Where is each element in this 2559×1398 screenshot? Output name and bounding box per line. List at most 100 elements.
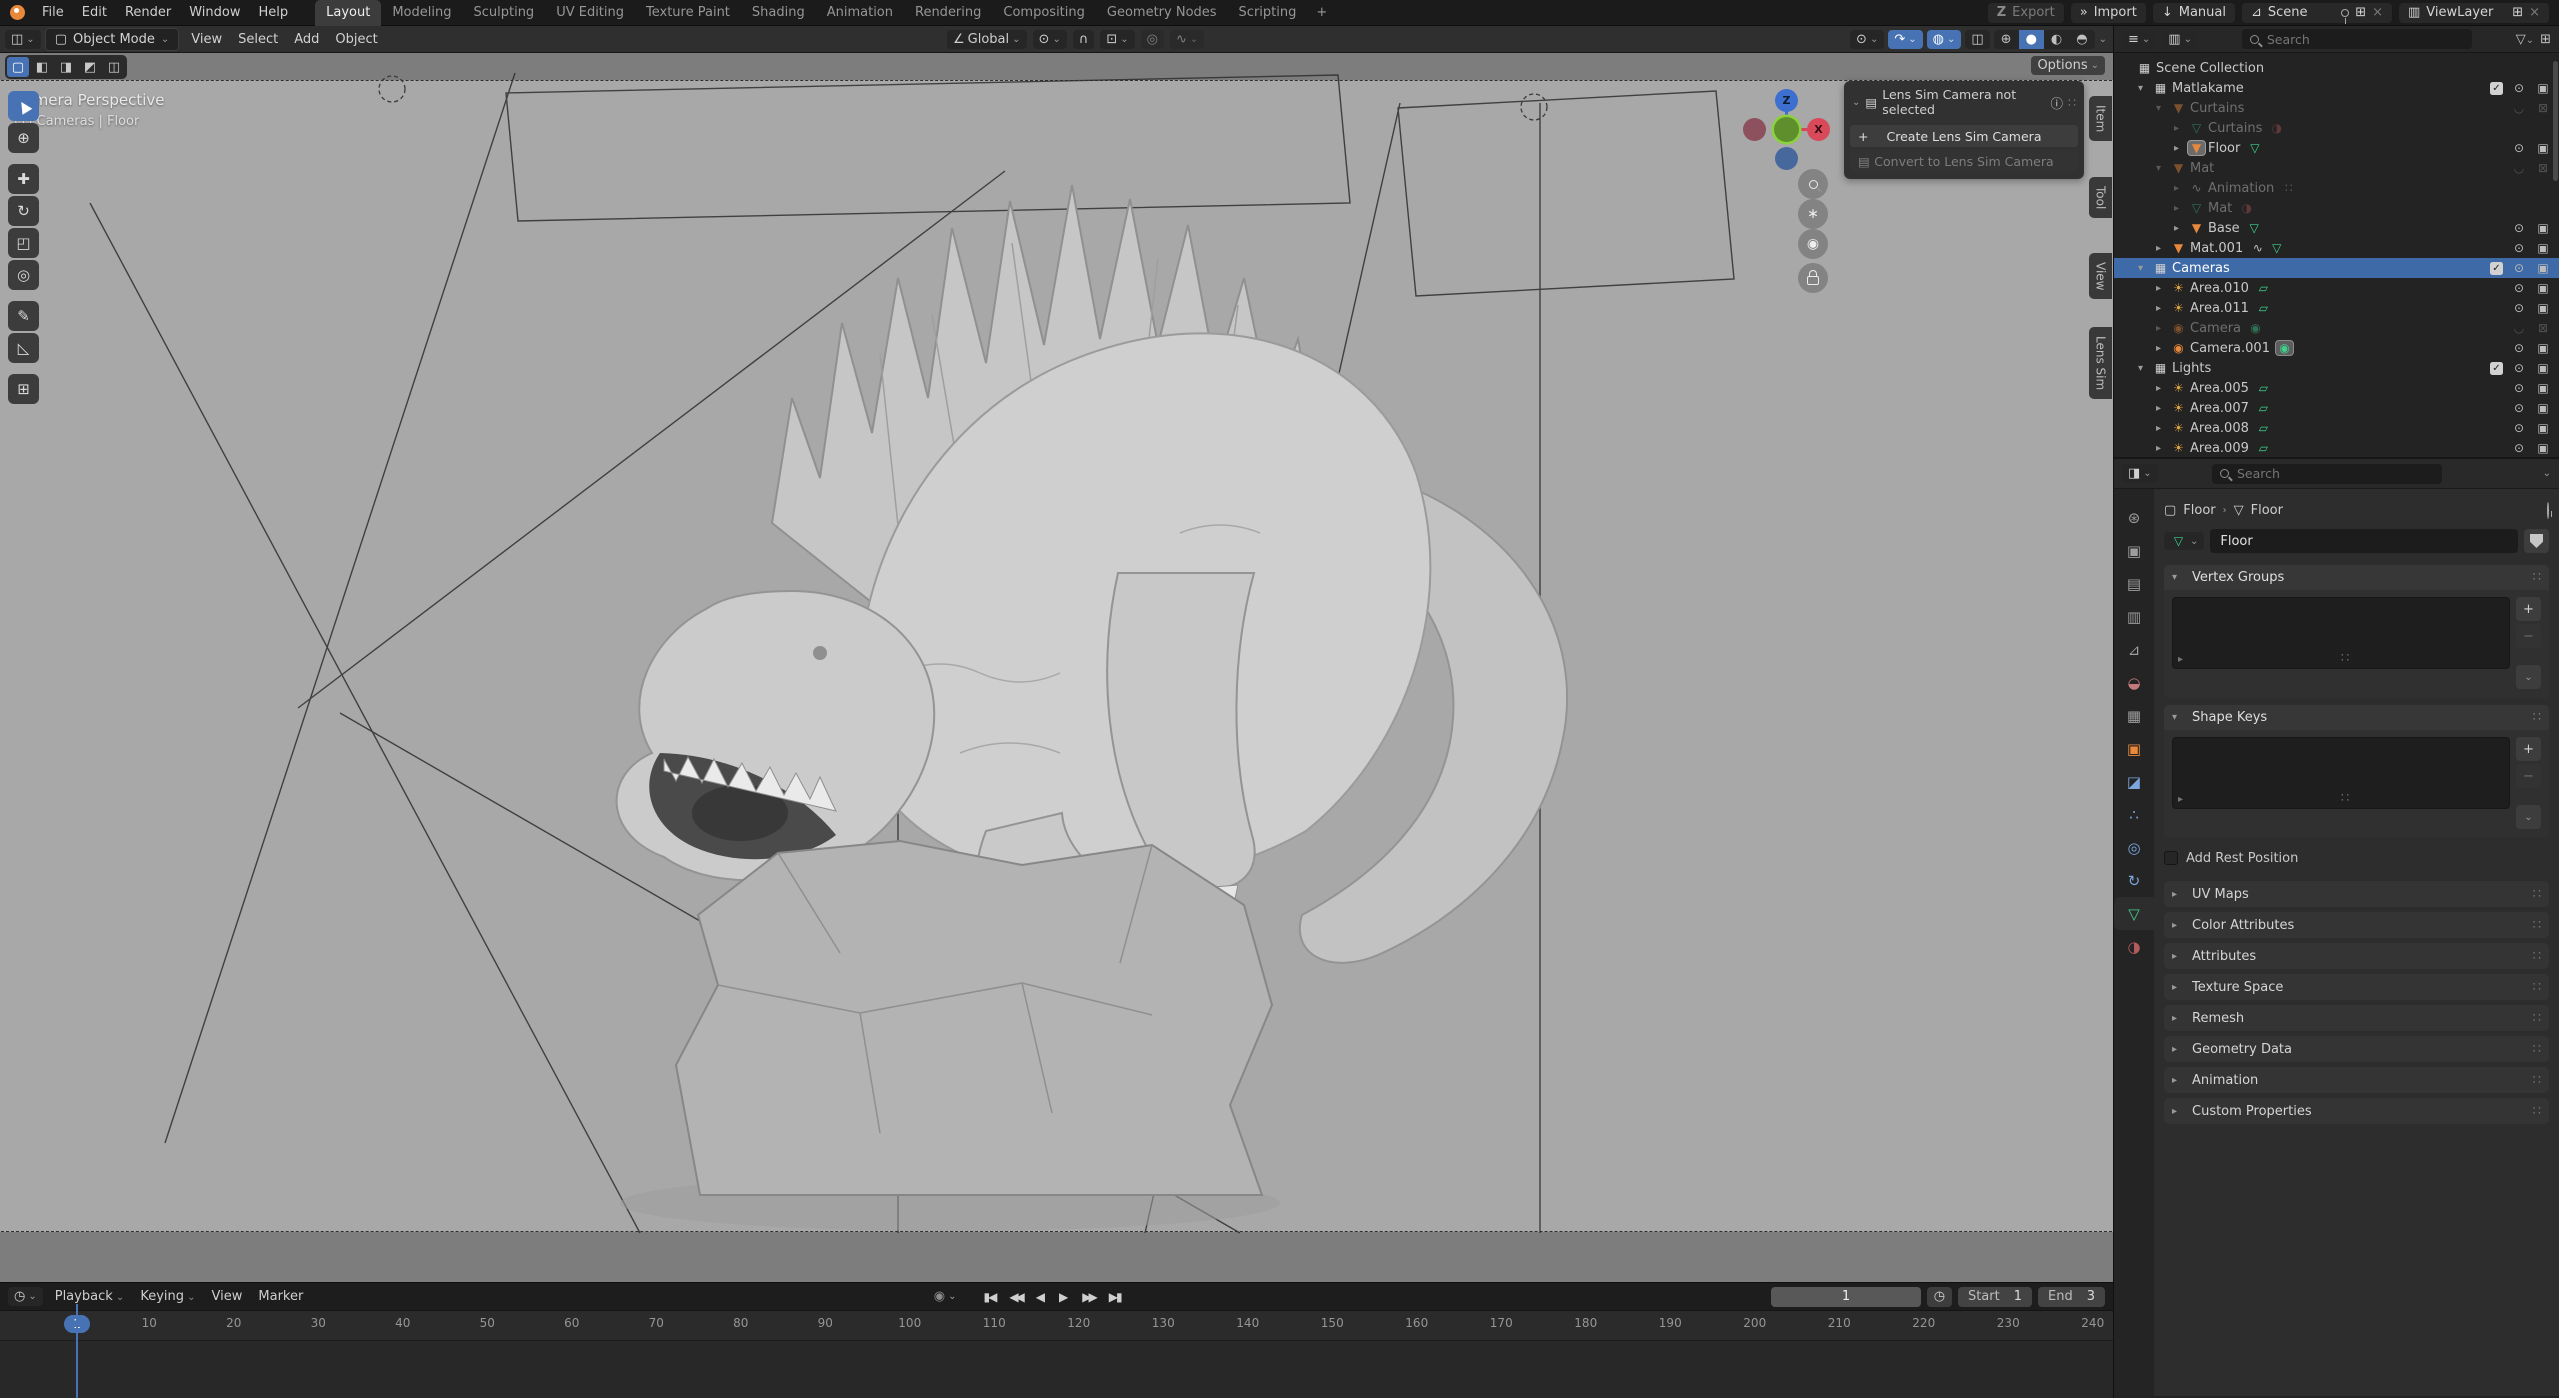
pin-id-icon[interactable] xyxy=(2547,502,2549,519)
outliner-item-label[interactable]: Area.010 xyxy=(2190,281,2249,296)
select-mode-button[interactable] xyxy=(55,57,77,77)
outliner-item-label[interactable]: Lights xyxy=(2172,361,2211,376)
sidebar-tab[interactable]: Tool xyxy=(2089,177,2112,218)
outliner-row[interactable]: Mat xyxy=(2114,198,2559,218)
properties-tab[interactable] xyxy=(2114,864,2154,897)
hide-eye-icon[interactable] xyxy=(2511,141,2527,155)
topbar-menu[interactable]: Edit xyxy=(73,2,116,23)
tool-button[interactable] xyxy=(8,374,39,404)
select-mode-button[interactable] xyxy=(7,57,29,77)
properties-tab[interactable] xyxy=(2114,633,2154,666)
outliner-item-label[interactable]: Area.009 xyxy=(2190,441,2249,456)
hide-eye-icon[interactable] xyxy=(2511,241,2527,255)
outliner-item-label[interactable]: Floor xyxy=(2208,141,2240,156)
blender-logo-icon[interactable] xyxy=(10,5,25,20)
collapsed-panel[interactable]: UV Maps∷ xyxy=(2164,881,2549,907)
timeline-editor-type-button[interactable]: ◷⌄ xyxy=(8,1287,43,1306)
transport-button[interactable] xyxy=(1076,1289,1100,1305)
viewport-menu[interactable]: View xyxy=(183,30,230,49)
expand-chevron-icon[interactable] xyxy=(2138,83,2152,94)
timeline-menu[interactable]: View xyxy=(204,1287,251,1306)
hide-eye-icon[interactable] xyxy=(2511,301,2527,315)
timeline-menu[interactable]: Keying xyxy=(132,1287,203,1306)
transport-button[interactable] xyxy=(1003,1289,1027,1305)
outliner-row[interactable]: Matlakame xyxy=(2114,78,2559,98)
panel-collapse-icon[interactable]: ⌄ xyxy=(1852,97,1860,108)
collapsed-panel[interactable]: Attributes∷ xyxy=(2164,943,2549,969)
empty-list-box[interactable]: ▸∷ xyxy=(2172,597,2510,669)
empty-list-box[interactable]: ▸∷ xyxy=(2172,737,2510,809)
xray-toggle[interactable]: ◫ xyxy=(1965,30,1989,49)
expand-chevron-icon[interactable] xyxy=(2174,123,2188,134)
outliner-row[interactable]: Mat.001 xyxy=(2114,238,2559,258)
camera-view-button[interactable]: ◉ xyxy=(1798,229,1828,259)
collapsed-panel[interactable]: Texture Space∷ xyxy=(2164,974,2549,1000)
render-visibility-icon[interactable] xyxy=(2535,361,2551,375)
outliner-item-label[interactable]: Matlakame xyxy=(2172,81,2244,96)
outliner-row[interactable]: Animation xyxy=(2114,178,2559,198)
pin-icon[interactable] xyxy=(2341,9,2349,17)
sidebar-tab[interactable]: Item xyxy=(2089,96,2112,141)
workspace-tab[interactable]: Compositing xyxy=(992,0,1096,26)
outliner-display-mode[interactable]: ≡⌄ xyxy=(2122,30,2156,49)
drag-handle-icon[interactable]: ∷ xyxy=(2533,1073,2541,1088)
export-button[interactable]: ZExport xyxy=(1988,3,2064,23)
select-mode-button[interactable] xyxy=(79,57,101,77)
timeline-tracks[interactable] xyxy=(0,1341,2113,1398)
render-visibility-icon[interactable] xyxy=(2535,401,2551,415)
drag-handle-icon[interactable]: ∷ xyxy=(2533,1104,2541,1119)
manual-button[interactable]: ↓Manual xyxy=(2153,3,2235,23)
expand-chevron-icon[interactable] xyxy=(2156,283,2170,294)
add-item-button[interactable]: + xyxy=(2516,597,2541,621)
snap-target-selector[interactable]: ⊡⌄ xyxy=(1100,30,1134,49)
expand-chevron-icon[interactable] xyxy=(2156,443,2170,454)
outliner-item-label[interactable]: Camera.001 xyxy=(2190,341,2270,356)
outliner-row[interactable]: Area.005 xyxy=(2114,378,2559,398)
topbar-menu[interactable]: Render xyxy=(116,2,180,23)
outliner-row[interactable]: Lights xyxy=(2114,358,2559,378)
exclude-checkbox[interactable] xyxy=(2490,262,2503,275)
timeline-ruler[interactable]: 1020304050607080901001101201301401501601… xyxy=(0,1311,2113,1341)
gizmo-x-neg-axis[interactable] xyxy=(1743,118,1766,141)
viewport-menu[interactable]: Select xyxy=(230,30,286,49)
properties-editor-type-button[interactable]: ◨⌄ xyxy=(2122,464,2158,483)
hidden-eye-icon[interactable] xyxy=(2511,161,2527,175)
workspace-tab[interactable]: Rendering xyxy=(904,0,992,26)
workspace-tab[interactable]: Layout xyxy=(315,0,381,26)
expand-chevron-icon[interactable] xyxy=(2138,263,2152,274)
expand-chevron-icon[interactable] xyxy=(2174,143,2188,154)
lock-view-button[interactable] xyxy=(1798,263,1828,293)
pan-hand-button[interactable]: ∗ xyxy=(1798,199,1828,229)
hide-eye-icon[interactable] xyxy=(2511,81,2527,95)
outliner-item-label[interactable]: Cameras xyxy=(2172,261,2230,276)
outliner-scrollbar[interactable] xyxy=(2553,61,2558,181)
expand-chevron-icon[interactable] xyxy=(2156,103,2170,114)
collapsed-panel[interactable]: Geometry Data∷ xyxy=(2164,1036,2549,1062)
outliner-item-label[interactable]: Mat.001 xyxy=(2190,241,2243,256)
transport-button[interactable] xyxy=(1030,1289,1051,1305)
collapsed-panel[interactable]: Animation∷ xyxy=(2164,1067,2549,1093)
create-lens-sim-camera-button[interactable]: +Create Lens Sim Camera xyxy=(1850,125,2078,147)
outliner-item-label[interactable]: Area.008 xyxy=(2190,421,2249,436)
start-frame-field[interactable]: Start1 xyxy=(1958,1287,2032,1307)
outliner-row[interactable]: Floor xyxy=(2114,138,2559,158)
expand-chevron-icon[interactable] xyxy=(2174,203,2188,214)
panel-header[interactable]: Vertex Groups∷ xyxy=(2164,565,2549,590)
workspace-tab[interactable]: Scripting xyxy=(1228,0,1308,26)
outliner-item-label[interactable]: Camera xyxy=(2190,321,2241,336)
specials-menu-button[interactable]: ⌄ xyxy=(2516,665,2541,689)
timeline-menu[interactable]: Playback xyxy=(47,1287,133,1306)
datablock-name-field[interactable] xyxy=(2210,529,2518,553)
timeline-menu[interactable]: Marker xyxy=(250,1287,311,1306)
resize-grip-icon[interactable]: ∷ xyxy=(2341,651,2349,666)
navigation-gizmo[interactable]: Z X xyxy=(1735,78,1845,183)
add-rest-position-checkbox[interactable] xyxy=(2164,851,2178,865)
new-scene-icon[interactable]: ⊞ xyxy=(2355,5,2366,20)
outliner-item-label[interactable]: Curtains xyxy=(2208,121,2262,136)
add-workspace-button[interactable]: + xyxy=(1307,5,1336,20)
hide-eye-icon[interactable] xyxy=(2511,361,2527,375)
properties-tab[interactable] xyxy=(2114,765,2154,798)
outliner-item-label[interactable]: Base xyxy=(2208,221,2240,236)
pivot-selector[interactable]: ⊙⌄ xyxy=(1033,30,1067,49)
visibility-dropdown[interactable]: ⊙⌄ xyxy=(1850,30,1884,49)
